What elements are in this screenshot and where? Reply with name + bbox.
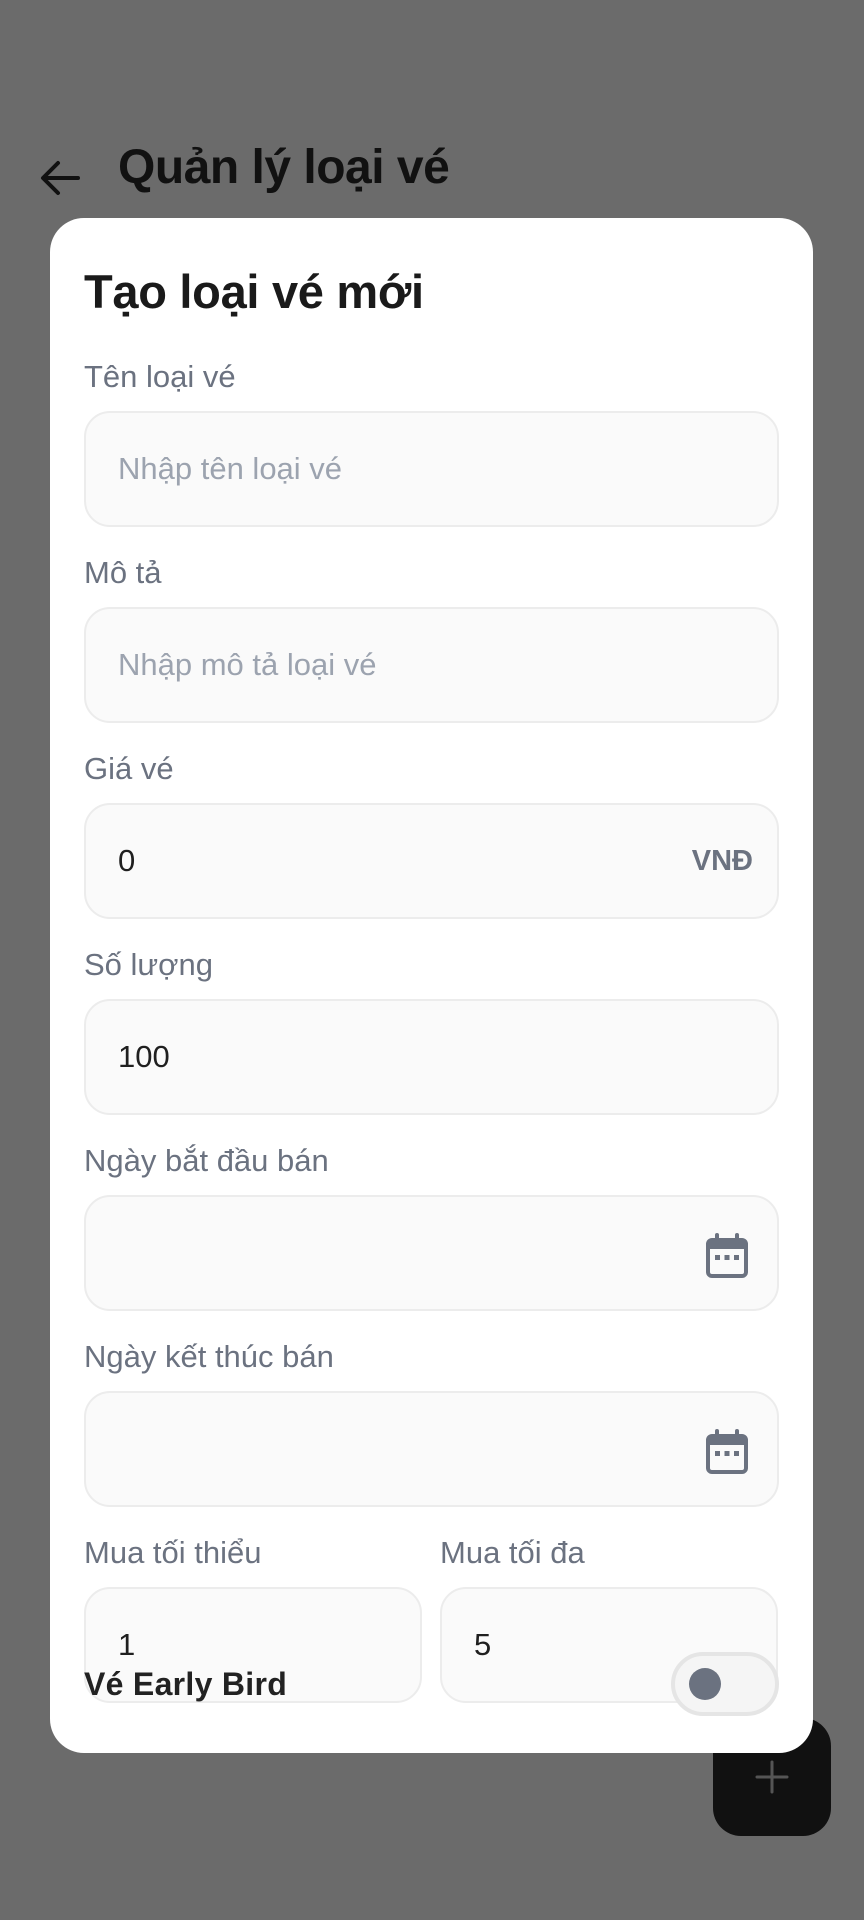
calendar-icon[interactable] xyxy=(705,1429,749,1475)
end-date-label: Ngày kết thúc bán xyxy=(84,1339,334,1374)
quantity-value: 100 xyxy=(118,1039,170,1074)
ticket-name-label: Tên loại vé xyxy=(84,359,236,394)
app-header: Quản lý loại vé xyxy=(0,130,864,210)
arrow-left-icon xyxy=(41,161,80,195)
early-bird-row: Vé Early Bird xyxy=(84,1648,779,1720)
plus-icon xyxy=(755,1760,789,1794)
dialog-title: Tạo loại vé mới xyxy=(84,265,424,318)
calendar-icon[interactable] xyxy=(705,1233,749,1279)
end-date-input[interactable] xyxy=(84,1391,779,1507)
page-title: Quản lý loại vé xyxy=(118,141,450,194)
back-button[interactable] xyxy=(30,148,90,208)
early-bird-toggle[interactable] xyxy=(671,1652,779,1716)
start-date-label: Ngày bắt đầu bán xyxy=(84,1143,329,1178)
min-purchase-label: Mua tối thiểu xyxy=(84,1535,262,1570)
currency-suffix: VNĐ xyxy=(691,844,753,877)
quantity-label: Số lượng xyxy=(84,947,213,982)
ticket-name-input[interactable]: Nhập tên loại vé xyxy=(84,411,779,527)
price-label: Giá vé xyxy=(84,751,174,786)
quantity-input[interactable]: 100 xyxy=(84,999,779,1115)
ticket-name-placeholder: Nhập tên loại vé xyxy=(118,451,343,486)
start-date-input[interactable] xyxy=(84,1195,779,1311)
description-placeholder: Nhập mô tả loại vé xyxy=(118,647,377,682)
early-bird-label: Vé Early Bird xyxy=(84,1665,288,1702)
price-input[interactable]: 0 VNĐ xyxy=(84,803,779,919)
price-value: 0 xyxy=(118,843,136,878)
toggle-knob xyxy=(689,1668,721,1700)
description-input[interactable]: Nhập mô tả loại vé xyxy=(84,607,779,723)
description-label: Mô tả xyxy=(84,555,162,590)
create-ticket-type-dialog: Tạo loại vé mới Tên loại vé Nhập tên loạ… xyxy=(50,218,813,1753)
max-purchase-label: Mua tối đa xyxy=(440,1535,585,1570)
